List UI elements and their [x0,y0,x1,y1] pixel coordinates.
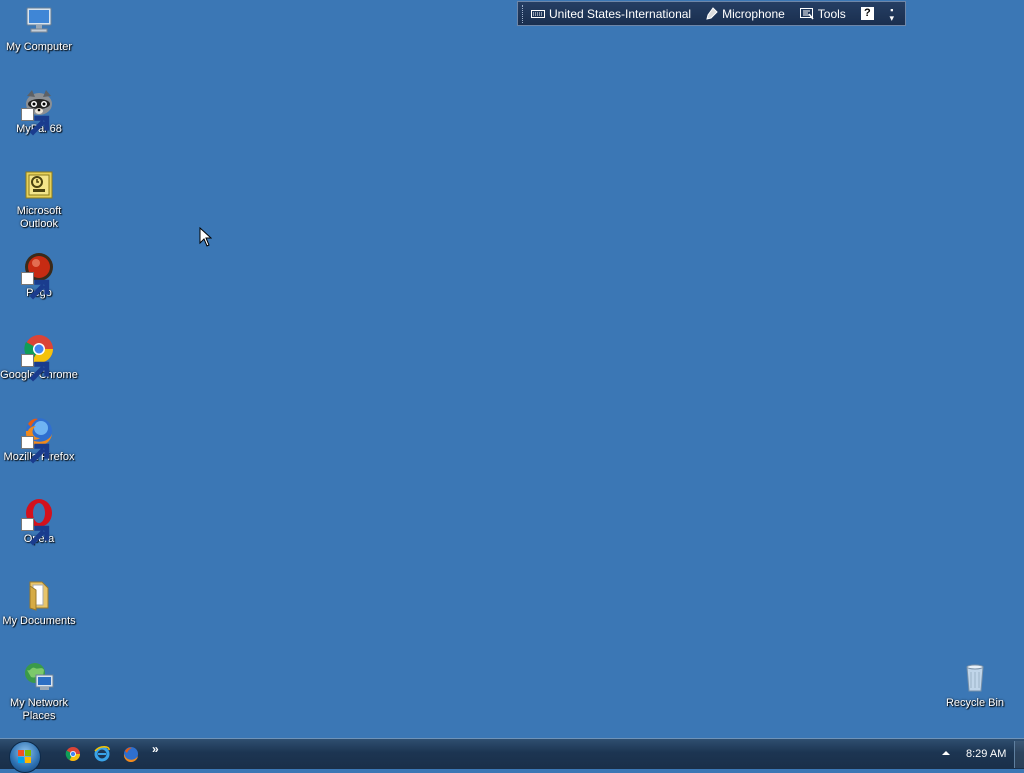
firefox-icon [21,414,56,464]
show-hidden-icons-icon[interactable] [941,749,951,757]
network-icon [22,660,56,694]
folder-icon [22,578,56,612]
tools-label: Tools [817,6,846,21]
language-button[interactable]: United States-International [531,7,691,21]
shortcut-arrow-icon [21,436,50,464]
desktop-icon-chrome[interactable]: Google Chrome [0,332,78,382]
mouse-cursor-icon [199,227,212,247]
desktop-icon-network[interactable]: My Network Places [0,660,78,723]
language-bar-grip[interactable] [522,4,527,23]
desktop[interactable]: My Computer MyPal 68 Microsoft Outlook P… [0,0,1024,738]
desktop-icon-recycle-bin[interactable]: Recycle Bin [936,660,1014,710]
taskbar: » 8:29 AM [0,738,1024,773]
desktop-icon-my-computer[interactable]: My Computer [0,4,78,54]
desktop-icon-label: My Computer [5,41,73,53]
microphone-label: Microphone [722,6,785,21]
shortcut-arrow-icon [21,108,50,136]
desktop-icon-mypal[interactable]: MyPal 68 [0,86,78,136]
tools-button[interactable]: Tools [799,6,846,21]
tools-icon [799,7,814,19]
keyboard-icon [531,9,545,18]
show-desktop-button[interactable] [1014,741,1024,768]
language-bar-options-icon[interactable]: ▪ ▾ [886,5,898,22]
microphone-icon [706,7,718,20]
desktop-icon-label: Recycle Bin [945,697,1005,709]
shortcut-arrow-icon [21,518,50,546]
opera-icon [21,496,56,546]
clock[interactable]: 8:29 AM [966,748,1006,760]
help-button[interactable]: ? [860,7,874,20]
quicklaunch-chrome-icon[interactable] [65,746,81,762]
outlook-icon [22,168,56,202]
quicklaunch-ie-icon[interactable] [94,746,110,762]
pego-icon [21,250,56,300]
desktop-icon-my-documents[interactable]: My Documents [0,578,78,628]
desktop-icon-label: My Network Places [9,697,69,722]
quicklaunch-firefox-icon[interactable] [123,746,139,762]
desktop-icon-label: Microsoft Outlook [16,205,62,230]
chrome-icon [21,332,56,382]
computer-icon [22,4,56,38]
desktop-icon-pego[interactable]: Pego [0,250,78,300]
language-label: United States-International [549,6,692,21]
windows-logo-icon [18,750,31,763]
language-bar[interactable]: United States-International Microphone T… [517,1,906,26]
shortcut-arrow-icon [21,272,50,300]
desktop-icon-outlook[interactable]: Microsoft Outlook [0,168,78,231]
microphone-button[interactable]: Microphone [706,7,785,21]
start-button[interactable] [9,741,41,773]
recycle-bin-icon [958,660,992,694]
mypal-icon [21,86,56,136]
desktop-icon-firefox[interactable]: Mozilla Firefox [0,414,78,464]
shortcut-arrow-icon [21,354,50,382]
desktop-icon-label: My Documents [2,615,76,627]
quicklaunch-overflow-button[interactable]: » [152,742,159,756]
desktop-icon-opera[interactable]: Opera [0,496,78,546]
